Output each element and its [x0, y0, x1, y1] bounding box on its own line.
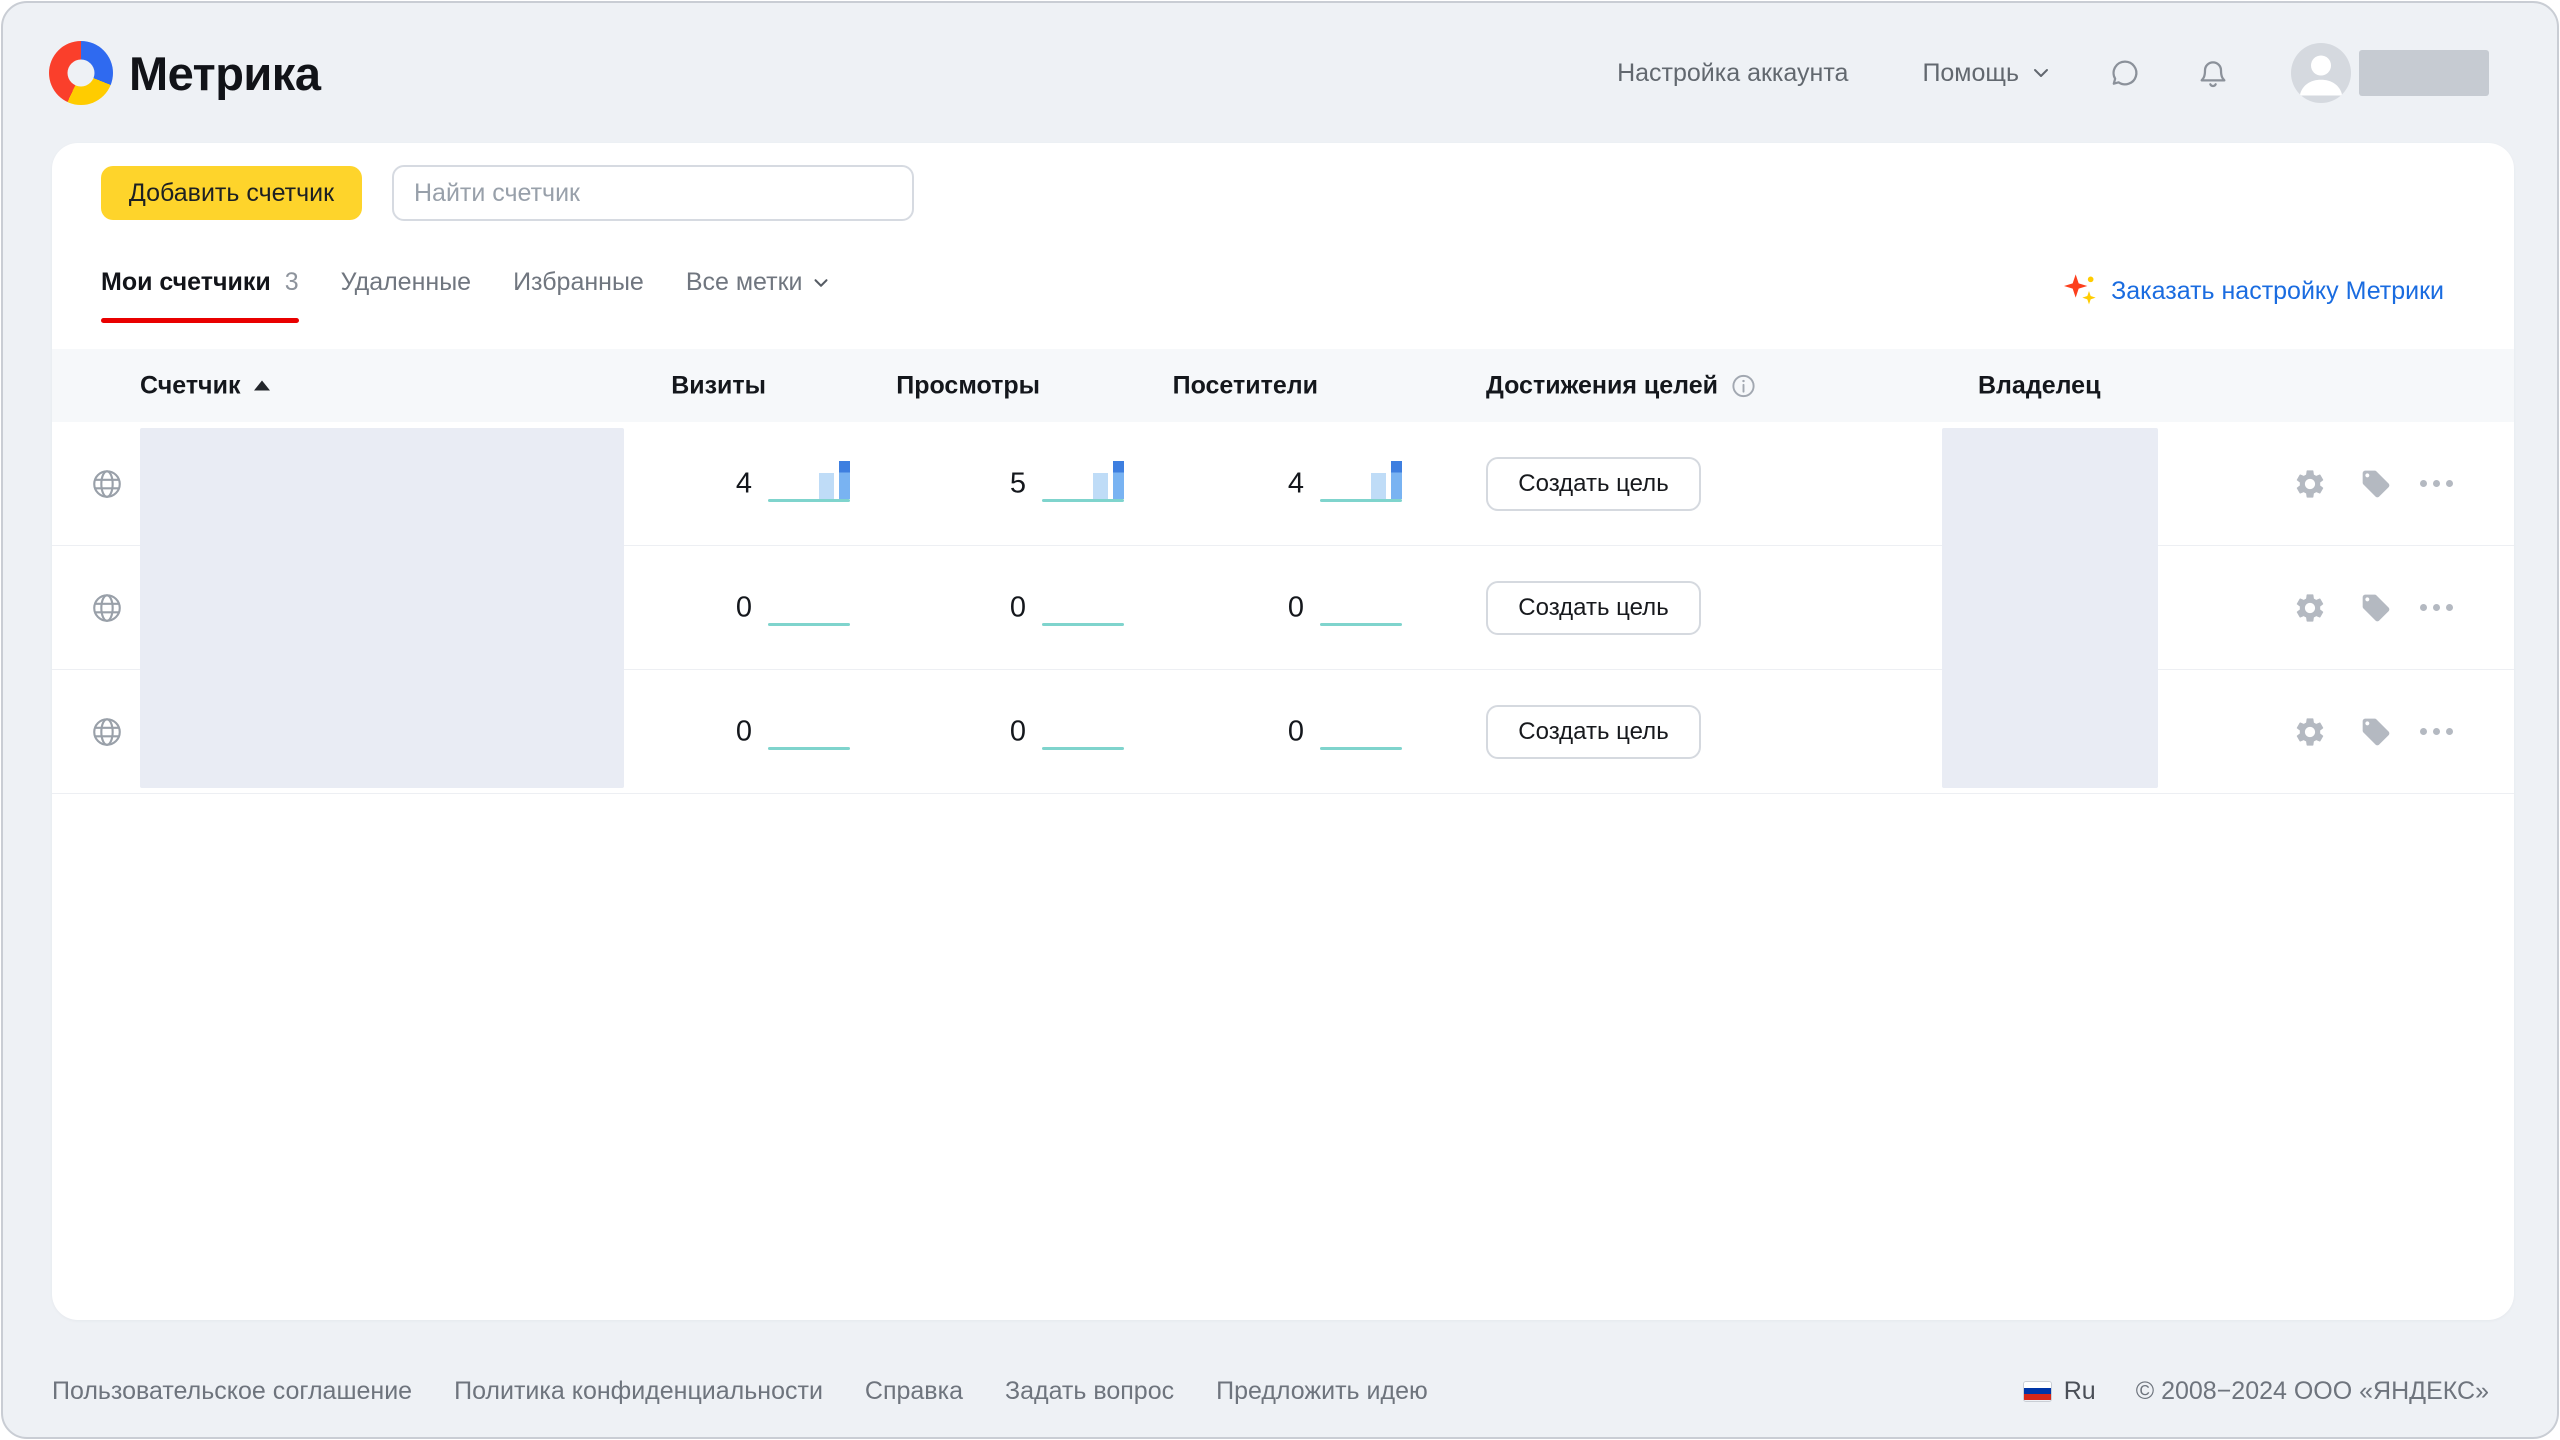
chat-icon[interactable] [2107, 55, 2143, 91]
footer-link-privacy-policy[interactable]: Политика конфиденциальности [454, 1377, 823, 1406]
yandex-metrika-logo-icon [49, 41, 113, 105]
search-input[interactable] [392, 165, 914, 221]
column-counter-label: Счетчик [140, 371, 240, 400]
info-icon[interactable] [1730, 372, 1757, 399]
column-visitors: Посетители [1173, 371, 1318, 400]
visits-sparkline [768, 582, 850, 634]
tab-my-counters[interactable]: Мои счетчики 3 [101, 268, 299, 323]
views-sparkline [1042, 458, 1124, 510]
visitors-value: 4 [1144, 467, 1304, 500]
create-goal-button[interactable]: Создать цель [1486, 705, 1701, 759]
logo-text: Метрика [129, 46, 320, 101]
gear-icon[interactable] [2290, 588, 2330, 628]
avatar[interactable] [2291, 43, 2351, 103]
visitors-sparkline [1320, 706, 1402, 758]
chevron-down-icon [810, 272, 832, 294]
views-sparkline [1042, 582, 1124, 634]
tab-favorites[interactable]: Избранные [513, 268, 644, 323]
sort-asc-icon [254, 381, 270, 391]
globe-icon [90, 591, 124, 625]
tab-my-counters-count: 3 [285, 268, 299, 297]
footer-links: Пользовательское соглашение Политика кон… [52, 1363, 1428, 1419]
ellipsis-icon[interactable] [2412, 464, 2460, 504]
column-goals-label: Достижения целей [1486, 371, 1718, 400]
views-value: 0 [866, 715, 1026, 748]
gear-icon[interactable] [2290, 712, 2330, 752]
column-visits: Визиты [671, 371, 766, 400]
tab-my-counters-label: Мои счетчики [101, 268, 271, 297]
help-label: Помощь [1922, 59, 2019, 88]
tab-all-tags[interactable]: Все метки [686, 268, 833, 323]
footer-link-user-agreement[interactable]: Пользовательское соглашение [52, 1377, 412, 1406]
bell-icon[interactable] [2195, 55, 2231, 91]
globe-icon [90, 467, 124, 501]
chevron-down-icon [2029, 61, 2053, 85]
russia-flag-icon[interactable] [2023, 1381, 2052, 1402]
footer-link-ask-question[interactable]: Задать вопрос [1005, 1377, 1174, 1406]
sparkle-star-icon [2059, 271, 2099, 311]
add-counter-button[interactable]: Добавить счетчик [101, 166, 362, 220]
footer-right: Ru © 2008−2024 ООО «ЯНДЕКС» [2023, 1363, 2489, 1419]
column-counter[interactable]: Счетчик [140, 371, 270, 400]
ellipsis-icon[interactable] [2412, 588, 2460, 628]
tabs: Мои счетчики 3 Удаленные Избранные Все м… [101, 268, 832, 338]
views-value: 0 [866, 591, 1026, 624]
visitors-value: 0 [1144, 715, 1304, 748]
account-settings-link[interactable]: Настройка аккаунта [1617, 59, 1848, 88]
tab-deleted[interactable]: Удаленные [341, 268, 471, 323]
views-sparkline [1042, 706, 1124, 758]
table-header: Счетчик Визиты Просмотры Посетители Дост… [52, 349, 2514, 422]
app-window: Метрика Настройка аккаунта Помощь [1, 1, 2559, 1439]
metrika-logo[interactable]: Метрика [49, 41, 320, 105]
visitors-sparkline [1320, 582, 1402, 634]
footer: Пользовательское соглашение Политика кон… [3, 1363, 2557, 1419]
table-body: 4 5 4 Создать цель 0 [52, 422, 2514, 794]
column-owner: Владелец [1978, 371, 2100, 400]
top-bar: Метрика Настройка аккаунта Помощь [3, 3, 2557, 143]
owner-redacted [1942, 428, 2158, 788]
language-selector[interactable]: Ru [2064, 1377, 2096, 1406]
copyright: © 2008−2024 ООО «ЯНДЕКС» [2136, 1377, 2489, 1406]
create-goal-button[interactable]: Создать цель [1486, 581, 1701, 635]
tag-icon[interactable] [2356, 464, 2396, 504]
topbar-right: Настройка аккаунта Помощь [1617, 43, 2489, 103]
gear-icon[interactable] [2290, 464, 2330, 504]
tag-icon[interactable] [2356, 712, 2396, 752]
order-metrika-setup-link[interactable]: Заказать настройку Метрики [2059, 271, 2444, 311]
views-value: 5 [866, 467, 1026, 500]
counters-card: Добавить счетчик Мои счетчики 3 Удаленны… [52, 143, 2514, 1320]
footer-link-help[interactable]: Справка [865, 1377, 963, 1406]
footer-link-suggest-idea[interactable]: Предложить идею [1216, 1377, 1428, 1406]
column-goals: Достижения целей [1486, 371, 1757, 400]
tag-icon[interactable] [2356, 588, 2396, 628]
username-redacted[interactable] [2359, 50, 2489, 96]
counter-name-redacted[interactable] [140, 428, 624, 788]
order-link-label: Заказать настройку Метрики [2111, 277, 2444, 306]
column-views: Просмотры [896, 371, 1040, 400]
create-goal-button[interactable]: Создать цель [1486, 457, 1701, 511]
help-menu[interactable]: Помощь [1922, 59, 2053, 88]
visitors-value: 0 [1144, 591, 1304, 624]
globe-icon [90, 715, 124, 749]
visits-sparkline [768, 458, 850, 510]
visits-sparkline [768, 706, 850, 758]
tab-all-tags-label: Все метки [686, 268, 803, 297]
ellipsis-icon[interactable] [2412, 712, 2460, 752]
visitors-sparkline [1320, 458, 1402, 510]
